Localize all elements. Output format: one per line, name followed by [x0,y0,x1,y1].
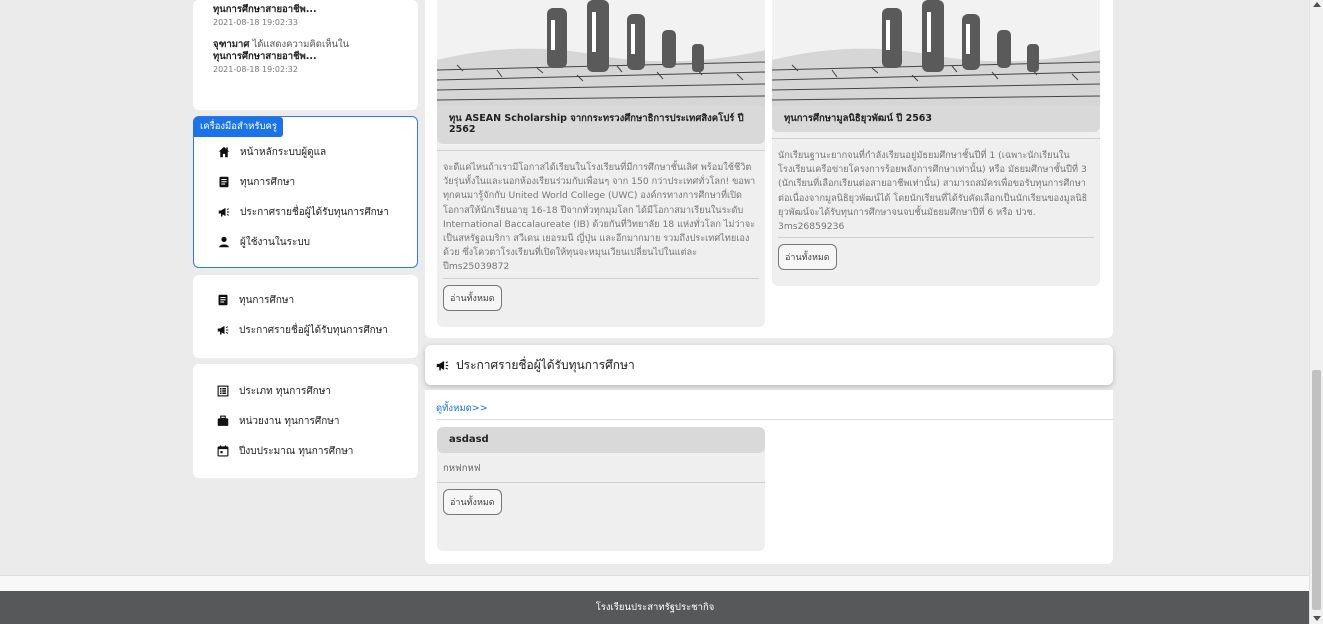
megaphone-icon [216,205,232,219]
menu-item-announcements[interactable]: ประกาศรายชื่อผู้ได้รับทุนการศึกษา [194,197,417,227]
document-icon [215,293,231,307]
scholarship-section: ทุน ASEAN Scholarship จากกระทรวงศึกษาธิก… [425,0,1113,338]
announcement-header: ประกาศรายชื่อผู้ได้รับทุนการศึกษา [425,345,1113,385]
page-scrollbar[interactable] [1309,0,1323,624]
read-more-button[interactable]: อ่านทั้งหมด [778,244,837,271]
teacher-tools-badge: เครื่องมือสำหรับครู [193,117,284,137]
announcement-title: ประกาศรายชื่อผู้ได้รับทุนการศึกษา [456,357,635,372]
read-more-button[interactable]: อ่านทั้งหมด [443,489,502,515]
activity-item[interactable]: จุฑามาศ ได้แสดงความคิดเห็นใน ทุนการศึกษา… [213,39,398,74]
menu-item-admin-home[interactable]: หน้าหลักระบบผู้ดูแล [194,137,417,167]
menu-item-users[interactable]: ผู้ใช้งานในระบบ [194,227,417,257]
menu-item-label: ประกาศรายชื่อผู้ได้รับทุนการศึกษา [240,206,389,218]
divider [443,277,759,279]
menu-item-label: หน้าหลักระบบผู้ดูแล [240,146,327,158]
menu-item-announcements-public[interactable]: ประกาศรายชื่อผู้ได้รับทุนการศึกษา [193,315,418,345]
divider [436,419,1113,420]
menu-item-scholarships-public[interactable]: ทุนการศึกษา [193,285,418,315]
announcement-card-title[interactable]: asdasd [437,427,765,453]
teacher-tools-card: เครื่องมือสำหรับครู หน้าหลักระบบผู้ดูแล … [193,116,418,268]
scroll-up-icon[interactable] [1313,2,1321,7]
announcement-section: ดูทั้งหมด>> asdasd กหฟกหฟ อ่านทั้งหมด [425,390,1113,564]
scholarship-card: ทุน ASEAN Scholarship จากกระทรวงศึกษาธิก… [437,0,765,327]
public-menu-card: ทุนการศึกษา ประกาศรายชื่อผู้ได้รับทุนการ… [193,275,418,358]
calendar-icon [215,444,231,458]
read-more-button[interactable]: อ่านทั้งหมด [443,284,502,311]
scholarship-card: ทุนการศึกษามูลนิธิยุวพัฒน์ ปี 2563 นักเร… [772,0,1100,286]
menu-item-label: ผู้ใช้งานในระบบ [240,236,311,248]
scholarship-title[interactable]: ทุนการศึกษามูลนิธิยุวพัฒน์ ปี 2563 [772,106,1100,132]
megaphone-icon [215,323,231,337]
activity-time: 2021-08-18 19:02:32 [213,65,298,74]
menu-item-scholarship-agencies[interactable]: หน่วยงาน ทุนการศึกษา [193,406,418,436]
scrollbar-thumb[interactable] [1312,370,1321,610]
list-icon [215,384,231,398]
activity-target: ทุนการศึกษาสายอาชีพ... [213,4,317,15]
footer-text: โรงเรียนประสาทรัฐประชากิจ [595,602,715,613]
scholarship-title[interactable]: ทุน ASEAN Scholarship จากกระทรวงศึกษาธิก… [437,106,765,144]
activity-target: ทุนการศึกษาสายอาชีพ... [213,51,317,62]
menu-item-label: หน่วยงาน ทุนการศึกษา [239,415,340,427]
scholarship-image[interactable] [772,0,1100,106]
scholarship-description: จะดีแค่ไหนถ้าเรามีโอกาสได้เรียนในโรงเรีย… [437,150,765,275]
menu-item-label: ปีงบประมาณ ทุนการศึกษา [239,445,354,457]
scholarship-description: นักเรียนฐานะยากจนที่กำลังเรียนอยู่มัธยมศ… [772,138,1100,234]
activity-time: 2021-08-18 19:02:33 [213,18,298,27]
activity-user: จุฑามาศ [213,39,250,50]
divider [778,237,1094,239]
footer-spacer [0,575,1310,591]
announcement-card: asdasd กหฟกหฟ อ่านทั้งหมด [437,427,765,551]
menu-item-label: ประกาศรายชื่อผู้ได้รับทุนการศึกษา [239,324,388,336]
menu-item-scholarships[interactable]: ทุนการศึกษา [194,167,417,197]
menu-item-scholarship-types[interactable]: ประเภท ทุนการศึกษา [193,376,418,406]
activity-action: ได้แสดงความคิดเห็นใน [252,39,350,50]
recent-activity-card: ทุนการศึกษาสายอาชีพ... 2021-08-18 19:02:… [193,0,418,110]
menu-item-fiscal-years[interactable]: ปีงบประมาณ ทุนการศึกษา [193,436,418,466]
menu-item-label: ทุนการศึกษา [239,294,295,306]
announcement-card-text: กหฟกหฟ [437,453,765,483]
home-icon [216,145,232,159]
menu-item-label: ทุนการศึกษา [240,176,296,188]
document-icon [216,175,232,189]
activity-item[interactable]: ทุนการศึกษาสายอาชีพ... 2021-08-18 19:02:… [213,4,398,27]
category-menu-card: ประเภท ทุนการศึกษา หน่วยงาน ทุนการศึกษา … [193,364,418,478]
footer: โรงเรียนประสาทรัฐประชากิจ [0,591,1310,624]
briefcase-icon [215,414,231,428]
megaphone-icon [436,359,449,372]
user-icon [216,235,232,249]
menu-item-label: ประเภท ทุนการศึกษา [239,385,331,397]
see-all-link[interactable]: ดูทั้งหมด>> [436,401,488,416]
scroll-down-icon[interactable] [1313,616,1321,621]
scholarship-image[interactable] [437,0,765,106]
teacher-tools-menu: หน้าหลักระบบผู้ดูแล ทุนการศึกษา ประกาศรา… [194,137,417,257]
